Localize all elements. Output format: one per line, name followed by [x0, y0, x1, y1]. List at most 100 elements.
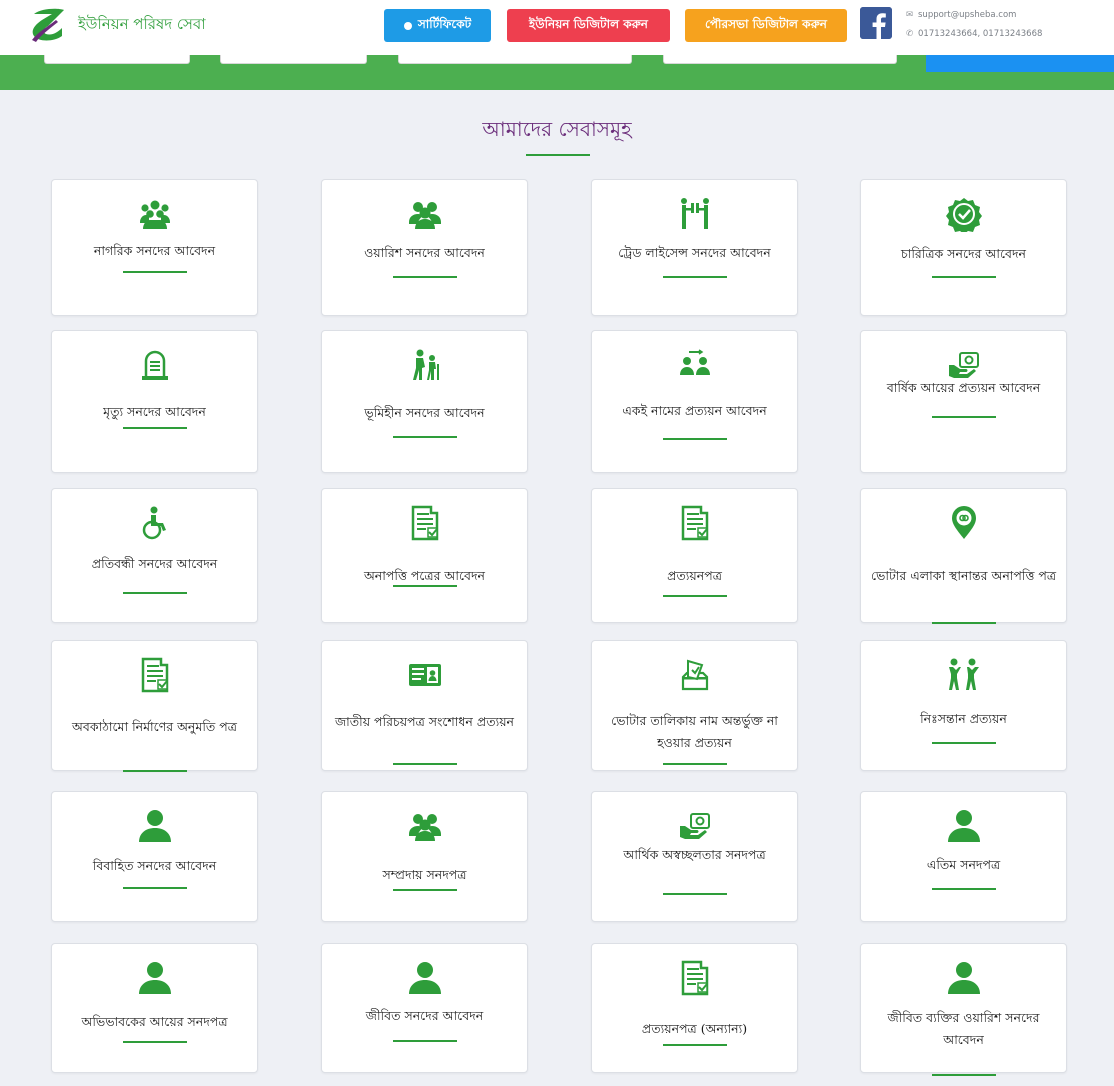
service-card-label: প্রত্যয়নপত্র [667, 568, 722, 583]
service-card-label: জাতীয় পরিচয়পত্র সংশোধন প্রত্যয়ন [334, 714, 515, 729]
paurashava-digital-label: পৌরসভা ডিজিটাল করুন [705, 16, 827, 31]
service-card-underline [392, 763, 457, 765]
email-row: ✉ support@upsheba.com [906, 6, 1042, 25]
family-icon [946, 657, 982, 693]
service-card[interactable]: অভিভাবকের আয়ের সনদপত্র [51, 943, 258, 1073]
service-card[interactable]: প্রতিবন্ধী সনদের আবেদন [51, 488, 258, 623]
phone-text: 01713243664, 01713243668 [918, 29, 1043, 39]
same-name-icon [677, 347, 713, 383]
service-card-underline [662, 763, 727, 765]
service-card[interactable]: চারিত্রিক সনদের আবেদন [860, 179, 1067, 316]
facebook-icon[interactable] [860, 7, 892, 39]
service-card[interactable]: অনাপত্তি পত্রের আবেদন [321, 488, 528, 623]
document-check-icon [677, 505, 713, 541]
service-card-underline [931, 1074, 996, 1076]
service-card[interactable]: ভোটার এলাকা স্থানান্তর অনাপত্তি পত্র [860, 488, 1067, 624]
document-check-icon [407, 505, 443, 541]
user-icon [137, 960, 173, 996]
ballot-icon [677, 657, 713, 693]
service-card[interactable]: ওয়ারিশ সনদের আবেদন [321, 179, 528, 316]
service-card[interactable]: জাতীয় পরিচয়পত্র সংশোধন প্রত্যয়ন [321, 640, 528, 771]
service-card-underline [392, 585, 457, 587]
service-card-underline [392, 889, 457, 891]
user-icon [946, 808, 982, 844]
service-card-label: সম্প্রদায় সনদপত্র [382, 867, 467, 882]
top-header: ইউনিয়ন পরিষদ সেবা সার্টিফিকেট ইউনিয়ন ড… [0, 0, 1114, 55]
service-card-underline [931, 888, 996, 890]
service-card[interactable]: বিবাহিত সনদের আবেদন [51, 791, 258, 922]
service-card[interactable]: প্রত্যয়নপত্র (অন্যান্য) [591, 943, 798, 1073]
service-card[interactable]: নাগরিক সনদের আবেদন [51, 179, 258, 316]
search-button[interactable] [926, 55, 1114, 72]
service-card[interactable]: আর্থিক অস্বচ্ছলতার সনদপত্র [591, 791, 798, 922]
service-card[interactable]: নিঃসন্তান প্রত্যয়ন [860, 640, 1067, 771]
service-card[interactable]: ভূমিহীন সনদের আবেদন [321, 330, 528, 473]
service-card-underline [122, 271, 187, 273]
logo-icon[interactable] [28, 6, 68, 44]
contact-info: ✉ support@upsheba.com ✆ 01713243664, 01713… [906, 6, 1042, 44]
service-card-label: ট্রেড লাইসেন্স সনদের আবেদন [618, 245, 771, 260]
service-card-underline [931, 622, 996, 624]
service-card-label: জীবিত সনদের আবেদন [365, 1008, 484, 1023]
certificate-button[interactable]: সার্টিফিকেট [384, 9, 491, 42]
district-select[interactable] [220, 55, 367, 64]
location-pin-icon [946, 505, 982, 541]
service-card-underline [392, 1040, 457, 1042]
service-card-label: ভূমিহীন সনদের আবেদন [364, 405, 485, 420]
service-card[interactable]: জীবিত সনদের আবেদন [321, 943, 528, 1073]
service-card-underline [662, 595, 727, 597]
service-card[interactable]: অবকাঠামো নির্মাণের অনুমতি পত্র [51, 640, 258, 772]
site-title[interactable]: ইউনিয়ন পরিষদ সেবা [78, 13, 206, 38]
service-card-label: ওয়ারিশ সনদের আবেদন [364, 245, 485, 260]
service-card[interactable]: প্রত্যয়নপত্র [591, 488, 798, 623]
union-select[interactable] [663, 55, 897, 64]
service-card-label: এতিম সনদপত্র [926, 857, 1001, 872]
service-card[interactable]: জীবিত ব্যক্তির ওয়ারিশ সনদের আবেদন [860, 943, 1067, 1076]
service-card-underline [662, 276, 727, 278]
service-card-underline [662, 1044, 727, 1046]
service-card-underline [662, 893, 727, 895]
division-select[interactable] [44, 55, 190, 64]
phone-row: ✆ 01713243664, 01713243668 [906, 25, 1042, 44]
service-card[interactable]: ভোটার তালিকায় নাম অন্তর্ভুক্ত না হওয়ার… [591, 640, 798, 771]
badge-check-icon [945, 196, 982, 232]
tombstone-icon [137, 347, 173, 383]
service-card[interactable]: এতিম সনদপত্র [860, 791, 1067, 922]
service-card[interactable]: সম্প্রদায় সনদপত্র [321, 791, 528, 922]
id-card-icon [407, 657, 443, 693]
service-card-label: অবকাঠামো নির্মাণের অনুমতি পত্র [72, 719, 237, 734]
trade-people-icon [677, 196, 713, 232]
section-title: আমাদের সেবাসমূহ [482, 117, 632, 141]
service-card[interactable]: ট্রেড লাইসেন্স সনদের আবেদন [591, 179, 798, 316]
service-card-label: অনাপত্তি পত্রের আবেদন [363, 568, 486, 583]
service-card-label: বিবাহিত সনদের আবেদন [92, 858, 217, 873]
paurashava-digital-button[interactable]: পৌরসভা ডিজিটাল করুন [685, 9, 847, 42]
service-card[interactable]: মৃত্যু সনদের আবেদন [51, 330, 258, 473]
service-card-label: ভোটার তালিকায় নাম অন্তর্ভুক্ত না হওয়ার… [611, 713, 778, 750]
service-card-underline [122, 427, 187, 429]
union-digital-button[interactable]: ইউনিয়ন ডিজিটাল করুন [507, 9, 670, 42]
email-text[interactable]: support@upsheba.com [918, 10, 1016, 20]
service-card-underline [931, 416, 996, 418]
service-card-underline [392, 276, 457, 278]
service-card[interactable]: একই নামের প্রত্যয়ন আবেদন [591, 330, 798, 473]
service-card-label: জীবিত ব্যক্তির ওয়ারিশ সনদের আবেদন [887, 1010, 1040, 1047]
upazila-select[interactable] [398, 55, 632, 64]
money-hand-icon [677, 808, 713, 844]
union-digital-label: ইউনিয়ন ডিজিটাল করুন [529, 16, 648, 31]
document-check-icon [677, 960, 713, 996]
service-card-label: মৃত্যু সনদের আবেদন [103, 404, 206, 419]
service-card-underline [662, 438, 727, 440]
user-icon [946, 960, 982, 996]
service-card-underline [931, 742, 996, 744]
service-card-label: ভোটার এলাকা স্থানান্তর অনাপত্তি পত্র [870, 568, 1057, 583]
service-card-underline [122, 887, 187, 889]
document-check-icon [137, 657, 173, 693]
users-icon [407, 196, 443, 232]
users-icon [407, 808, 443, 844]
phone-icon: ✆ [906, 29, 914, 39]
service-card[interactable]: বার্ষিক আয়ের প্রত্যয়ন আবেদন [860, 330, 1067, 473]
service-card-underline [392, 436, 457, 438]
service-card-label: চারিত্রিক সনদের আবেদন [900, 246, 1027, 261]
circle-icon [403, 21, 412, 30]
